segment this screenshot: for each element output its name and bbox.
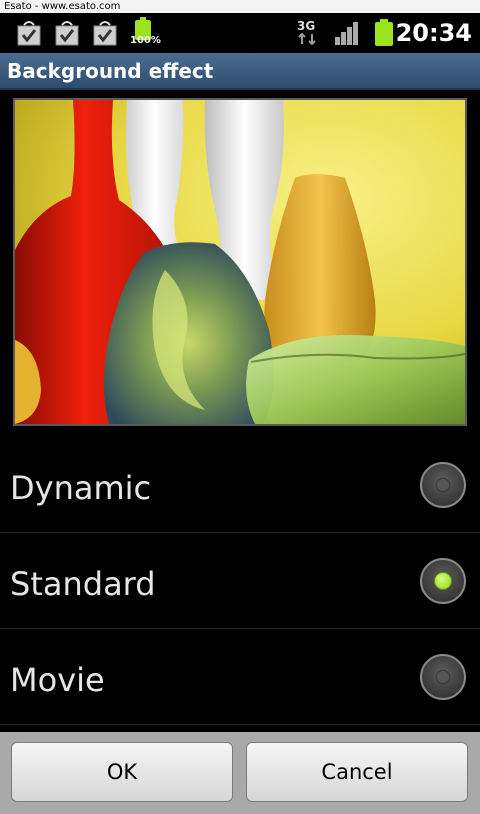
battery-icon — [375, 19, 393, 46]
signal-strength-icon — [335, 22, 358, 45]
clock-text: 20:34 — [395, 19, 472, 47]
watermark-text: Esato - www.esato.com — [0, 0, 480, 13]
option-label: Movie — [10, 661, 105, 699]
option-label: Dynamic — [10, 469, 152, 507]
dialog-title: Background effect — [7, 59, 214, 83]
radio-indicator — [436, 478, 450, 492]
glass-vases-image — [13, 98, 467, 426]
radio-button-movie[interactable] — [420, 654, 466, 700]
radio-indicator — [436, 670, 450, 684]
status-bar: 100% 3G 20:34 — [0, 13, 480, 53]
radio-button-dynamic[interactable] — [420, 462, 466, 508]
preview-illustration — [15, 100, 465, 424]
radio-indicator — [434, 572, 452, 590]
option-dynamic[interactable]: Dynamic — [0, 437, 480, 533]
download-done-icon — [55, 21, 79, 46]
cancel-button[interactable]: Cancel — [246, 742, 468, 802]
option-movie[interactable]: Movie — [0, 629, 480, 725]
option-standard[interactable]: Standard — [0, 533, 480, 629]
download-done-icon — [93, 21, 117, 46]
ok-button[interactable]: OK — [11, 742, 233, 802]
download-done-icon — [17, 21, 41, 46]
3g-data-icon: 3G — [297, 19, 316, 46]
battery-percent-text: 100% — [130, 35, 161, 46]
dialog-button-bar: OK Cancel — [0, 732, 480, 814]
radio-button-standard[interactable] — [420, 558, 466, 604]
svg-text:3G: 3G — [297, 19, 315, 33]
option-label: Standard — [10, 565, 156, 603]
dialog-title-bar: Background effect — [0, 53, 480, 90]
